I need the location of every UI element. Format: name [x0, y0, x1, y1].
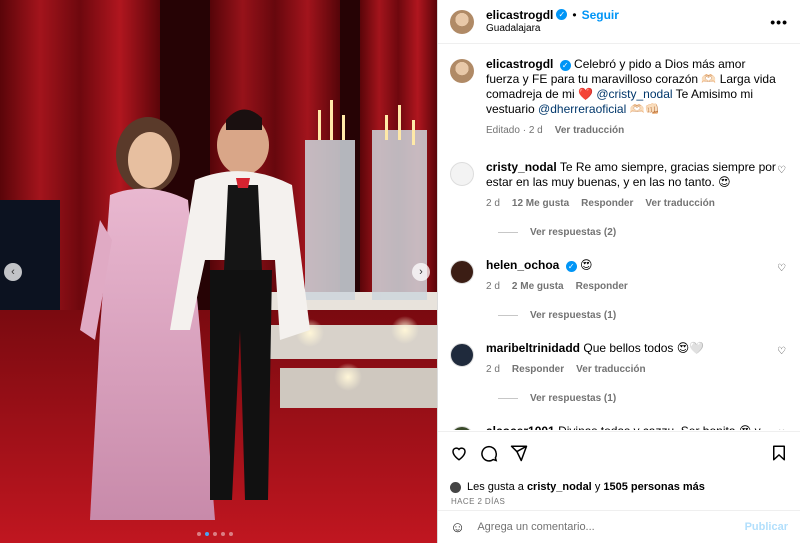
view-replies-label: Ver respuestas (1) [530, 310, 617, 321]
comment-username[interactable]: helen_ochoa [486, 258, 559, 272]
heart-icon[interactable]: ♡ [777, 346, 786, 357]
comment-input[interactable] [477, 521, 745, 533]
carousel-dot[interactable] [213, 532, 217, 536]
follow-button[interactable]: Seguir [582, 8, 619, 22]
comment-likes[interactable]: 2 Me gusta [512, 279, 564, 294]
post-header: elicastrogdl ✓ • Seguir Guadalajara ••• [438, 0, 800, 44]
edited-label: Editado [486, 125, 520, 136]
bookmark-icon[interactable] [770, 444, 788, 462]
likes-count[interactable]: 1505 personas más [603, 481, 705, 493]
comment-avatar[interactable] [450, 260, 474, 284]
caption-mention-2[interactable]: @dherreraoficial [538, 102, 626, 116]
publish-button[interactable]: Publicar [745, 521, 788, 533]
comment-row: cristy_nodal Te Re amo siempre, gracias … [450, 160, 788, 211]
caption-username[interactable]: elicastrogdl [486, 57, 553, 71]
carousel-dot[interactable] [197, 532, 201, 536]
comment-text: 😍 [580, 258, 593, 272]
photo-scene [0, 0, 437, 543]
comment-row: helen_ochoa ✓ 😍 2 d 2 Me gusta Responder… [450, 258, 788, 294]
verified-badge-icon: ✓ [559, 60, 571, 71]
comment-avatar[interactable] [450, 343, 474, 367]
author-username[interactable]: elicastrogdl [486, 8, 553, 22]
post-side-panel: elicastrogdl ✓ • Seguir Guadalajara ••• … [437, 0, 800, 543]
verified-badge-icon: ✓ [565, 261, 577, 272]
verified-badge-icon: ✓ [556, 9, 568, 20]
comment-username[interactable]: cristy_nodal [486, 160, 557, 174]
comment-avatar[interactable] [450, 162, 474, 186]
comment-row: alcocer1001 Divinas todas y cazzu. Ser b… [450, 424, 788, 430]
comment-username[interactable]: maribeltrinidadd [486, 341, 580, 355]
share-icon[interactable] [510, 444, 528, 462]
comments-list: elicastrogdl ✓ Celebró y pido a Dios más… [438, 45, 800, 430]
carousel-dot[interactable] [229, 532, 233, 536]
caption-mention-1[interactable]: @cristy_nodal [596, 87, 672, 101]
comment-icon[interactable] [480, 444, 498, 462]
carousel-dot[interactable] [205, 532, 209, 536]
heart-icon[interactable]: ♡ [777, 263, 786, 274]
comment-time: 2 d [486, 198, 500, 209]
carousel-prev-button[interactable]: ‹ [4, 263, 22, 281]
comment-reply-button[interactable]: Responder [576, 279, 628, 294]
comment-translate-link[interactable]: Ver traducción [645, 196, 714, 211]
heart-icon[interactable] [450, 444, 468, 462]
view-replies-label: Ver respuestas (1) [530, 393, 617, 404]
caption-text-3: 🫶🏻👊🏻 [629, 102, 660, 116]
post-location[interactable]: Guadalajara [486, 22, 619, 36]
comment-username[interactable]: alcocer1001 [486, 424, 555, 430]
carousel-dots [197, 532, 233, 536]
post-photo[interactable]: ‹ › [0, 0, 437, 543]
likes-prefix: Les gusta a [467, 481, 524, 493]
chevron-right-icon: › [419, 266, 423, 278]
post-date: HACE 2 DÍAS [451, 497, 506, 506]
replies-divider [498, 232, 518, 233]
replies-divider [498, 315, 518, 316]
liker-avatar[interactable] [450, 481, 461, 493]
emoji-icon[interactable]: ☺ [450, 519, 465, 536]
more-options-icon[interactable]: ••• [770, 14, 788, 30]
view-replies-label: Ver respuestas (2) [530, 227, 617, 238]
caption-time: 2 d [528, 125, 543, 136]
view-replies-button[interactable]: Ver respuestas (1) [498, 393, 788, 404]
comment-likes[interactable]: 12 Me gusta [512, 196, 569, 211]
comment-avatar[interactable] [450, 426, 474, 430]
carousel-next-button[interactable]: › [412, 263, 430, 281]
heart-icon[interactable]: ♡ [777, 165, 786, 176]
chevron-left-icon: ‹ [11, 266, 15, 278]
caption-row: elicastrogdl ✓ Celebró y pido a Dios más… [450, 57, 788, 138]
heart-icon[interactable]: ♡ [777, 429, 786, 430]
likes-joiner: y [594, 481, 601, 493]
comment-row: maribeltrinidadd Que bellos todos 😍🤍 2 d… [450, 341, 788, 377]
author-avatar[interactable] [450, 9, 474, 34]
comment-time: 2 d [486, 281, 500, 292]
comment-text: Que bellos todos 😍🤍 [583, 341, 705, 355]
caption-translate-link[interactable]: Ver traducción [555, 123, 624, 138]
likes-summary: Les gusta a cristy_nodal y 1505 personas… [450, 481, 788, 493]
replies-divider [498, 398, 518, 399]
view-replies-button[interactable]: Ver respuestas (1) [498, 310, 788, 321]
comment-translate-link[interactable]: Ver traducción [576, 362, 645, 377]
add-comment-bar: ☺ Publicar [438, 510, 800, 543]
comment-time: 2 d [486, 364, 500, 375]
caption-avatar[interactable] [450, 59, 474, 83]
comment-reply-button[interactable]: Responder [581, 196, 633, 211]
header-separator: • [572, 7, 577, 22]
comment-reply-button[interactable]: Responder [512, 362, 564, 377]
view-replies-button[interactable]: Ver respuestas (2) [498, 227, 788, 238]
carousel-dot[interactable] [221, 532, 225, 536]
likes-user[interactable]: cristy_nodal [527, 481, 592, 493]
